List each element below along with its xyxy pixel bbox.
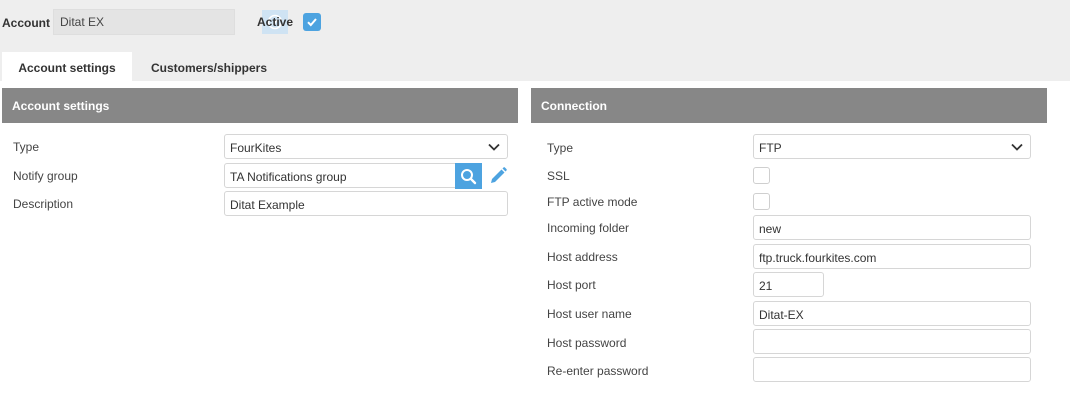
ssl-checkbox[interactable] (753, 167, 770, 184)
host-user-name-label: Host user name (547, 307, 632, 321)
host-port-field[interactable]: 21 (753, 272, 824, 297)
incoming-folder-value: new (759, 222, 782, 236)
host-password-label: Host password (547, 336, 627, 350)
ftp-active-mode-label: FTP active mode (547, 195, 638, 209)
account-type-select[interactable]: FourKites (224, 134, 508, 159)
tab-account-settings[interactable]: Account settings (2, 52, 132, 81)
host-address-value: ftp.truck.fourkites.com (759, 251, 877, 265)
chevron-down-icon (488, 143, 500, 151)
ftp-active-mode-checkbox[interactable] (753, 193, 770, 210)
account-field[interactable]: Ditat EX (53, 9, 288, 35)
host-password-field[interactable] (753, 329, 1031, 354)
type-label: Type (13, 140, 40, 154)
notify-group-search-button[interactable] (455, 163, 482, 189)
active-checkbox[interactable] (303, 13, 321, 31)
connection-type-select[interactable]: FTP (753, 134, 1031, 159)
account-label: Account (2, 16, 50, 30)
description-label: Description (13, 197, 74, 211)
host-port-label: Host port (547, 278, 596, 292)
incoming-folder-label: Incoming folder (547, 221, 630, 235)
connection-header: Connection (531, 88, 1047, 123)
account-toolbar: Account Ditat EX Active Account settings… (0, 0, 1070, 81)
notify-group-value: TA Notifications group (230, 170, 347, 184)
host-address-label: Host address (547, 250, 618, 264)
tab-customers-shippers[interactable]: Customers/shippers (138, 52, 280, 81)
account-settings-header: Account settings (2, 88, 518, 123)
pencil-icon[interactable] (488, 166, 508, 186)
description-value: Ditat Example (230, 198, 305, 212)
connection-type-label: Type (547, 141, 574, 155)
reenter-password-label: Re-enter password (547, 364, 649, 378)
incoming-folder-field[interactable]: new (753, 215, 1031, 240)
chevron-down-icon (1011, 143, 1023, 151)
account-type-value: FourKites (230, 141, 282, 155)
notify-group-field[interactable]: TA Notifications group (224, 163, 482, 188)
reenter-password-field[interactable] (753, 357, 1031, 382)
active-label: Active (257, 15, 294, 29)
host-user-name-field[interactable]: Ditat-EX (753, 301, 1031, 326)
search-icon (461, 168, 477, 184)
checkmark-icon (307, 18, 317, 27)
host-address-field[interactable]: ftp.truck.fourkites.com (753, 244, 1031, 269)
notify-group-label: Notify group (13, 169, 78, 183)
ssl-label: SSL (547, 169, 570, 183)
account-value: Ditat EX (60, 15, 105, 29)
description-field[interactable]: Ditat Example (224, 191, 508, 216)
host-user-name-value: Ditat-EX (759, 308, 804, 322)
connection-type-value: FTP (759, 141, 782, 155)
host-port-value: 21 (759, 279, 773, 293)
